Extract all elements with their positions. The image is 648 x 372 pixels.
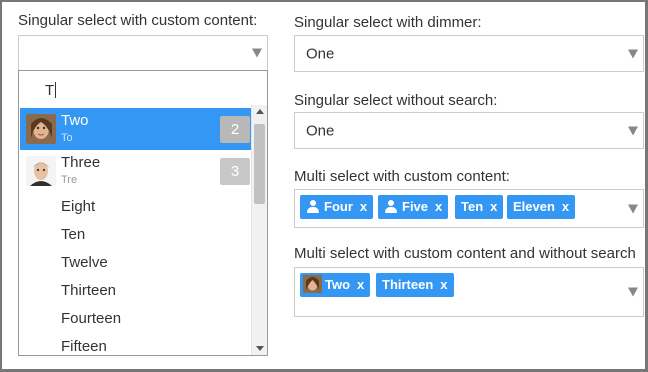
nosearch-select[interactable]: One <box>294 112 644 149</box>
tag-label: Five <box>402 199 429 214</box>
dimmer-select-label: Singular select with dimmer: <box>294 14 482 31</box>
tag-four: Four x <box>300 195 374 219</box>
tag-remove-button[interactable]: x <box>357 277 364 292</box>
option-sublabel: To <box>61 132 73 144</box>
tag-two: Two x <box>300 273 371 297</box>
tag-label: Two <box>325 277 351 292</box>
option-three[interactable]: Three Tre 3 <box>20 150 251 192</box>
app-frame: Singular select with custom content: T T… <box>0 0 648 372</box>
text-caret <box>55 82 57 98</box>
dropdown-scrollbar[interactable] <box>251 105 267 355</box>
multi-nosearch-select[interactable]: Two x Thirteen x <box>294 267 644 317</box>
count-badge: 2 <box>220 116 250 143</box>
tag-remove-button[interactable]: x <box>360 199 367 214</box>
avatar-two <box>26 114 56 144</box>
search-text: T <box>45 82 55 99</box>
tag-label: Ten <box>461 199 484 214</box>
option-label: Three <box>61 154 101 171</box>
tag-thirteen: Thirteen x <box>376 273 454 297</box>
nosearch-select-value: One <box>306 122 335 139</box>
tag-label: Eleven <box>513 199 555 214</box>
custom-select-label: Singular select with custom content: <box>18 12 258 29</box>
tag-remove-button[interactable]: x <box>490 199 497 214</box>
chevron-down-icon <box>252 48 262 58</box>
option-eight[interactable]: Eight <box>61 198 95 215</box>
option-twelve[interactable]: Twelve <box>61 254 108 271</box>
tag-label: Four <box>324 199 353 214</box>
multi-nosearch-select-label: Multi select with custom content and wit… <box>294 245 636 262</box>
tag-label: Thirteen <box>382 277 434 292</box>
dimmer-select-value: One <box>306 45 335 62</box>
chevron-down-icon <box>628 204 638 213</box>
chevron-down-icon <box>628 287 638 297</box>
option-label: Two <box>61 112 89 129</box>
user-icon <box>306 199 320 213</box>
option-thirteen[interactable]: Thirteen <box>61 282 116 299</box>
tag-remove-button[interactable]: x <box>440 277 447 292</box>
option-two[interactable]: Two To 2 <box>20 108 251 150</box>
count-badge: 3 <box>220 158 250 185</box>
user-icon <box>384 199 398 213</box>
custom-select-dropdown: T Two To 2 Three Tre 3 Eight Ten Twelve … <box>18 70 268 356</box>
tag-eleven: Eleven x <box>507 195 576 219</box>
chevron-down-icon <box>628 49 638 58</box>
tag-ten: Ten x <box>455 195 504 219</box>
option-fifteen[interactable]: Fifteen <box>61 338 107 355</box>
tag-remove-button[interactable]: x <box>435 199 442 214</box>
option-ten[interactable]: Ten <box>61 226 85 243</box>
scrollbar-thumb[interactable] <box>254 124 265 204</box>
multi-select-label: Multi select with custom content: <box>294 168 510 185</box>
avatar-three <box>26 156 56 186</box>
option-fourteen[interactable]: Fourteen <box>61 310 121 327</box>
tag-five: Five x <box>378 195 449 219</box>
scroll-up-arrow-icon[interactable] <box>256 109 264 114</box>
scroll-down-arrow-icon[interactable] <box>256 346 264 351</box>
option-sublabel: Tre <box>61 174 78 186</box>
dimmer-select[interactable]: One <box>294 35 644 72</box>
avatar-two <box>303 275 322 293</box>
custom-select[interactable] <box>18 35 268 71</box>
nosearch-select-label: Singular select without search: <box>294 92 498 109</box>
chevron-down-icon <box>628 126 638 135</box>
multi-select[interactable]: Four x Five x Ten x Eleven x <box>294 189 644 228</box>
tag-remove-button[interactable]: x <box>562 199 569 214</box>
dropdown-search-input[interactable]: T <box>45 82 57 99</box>
